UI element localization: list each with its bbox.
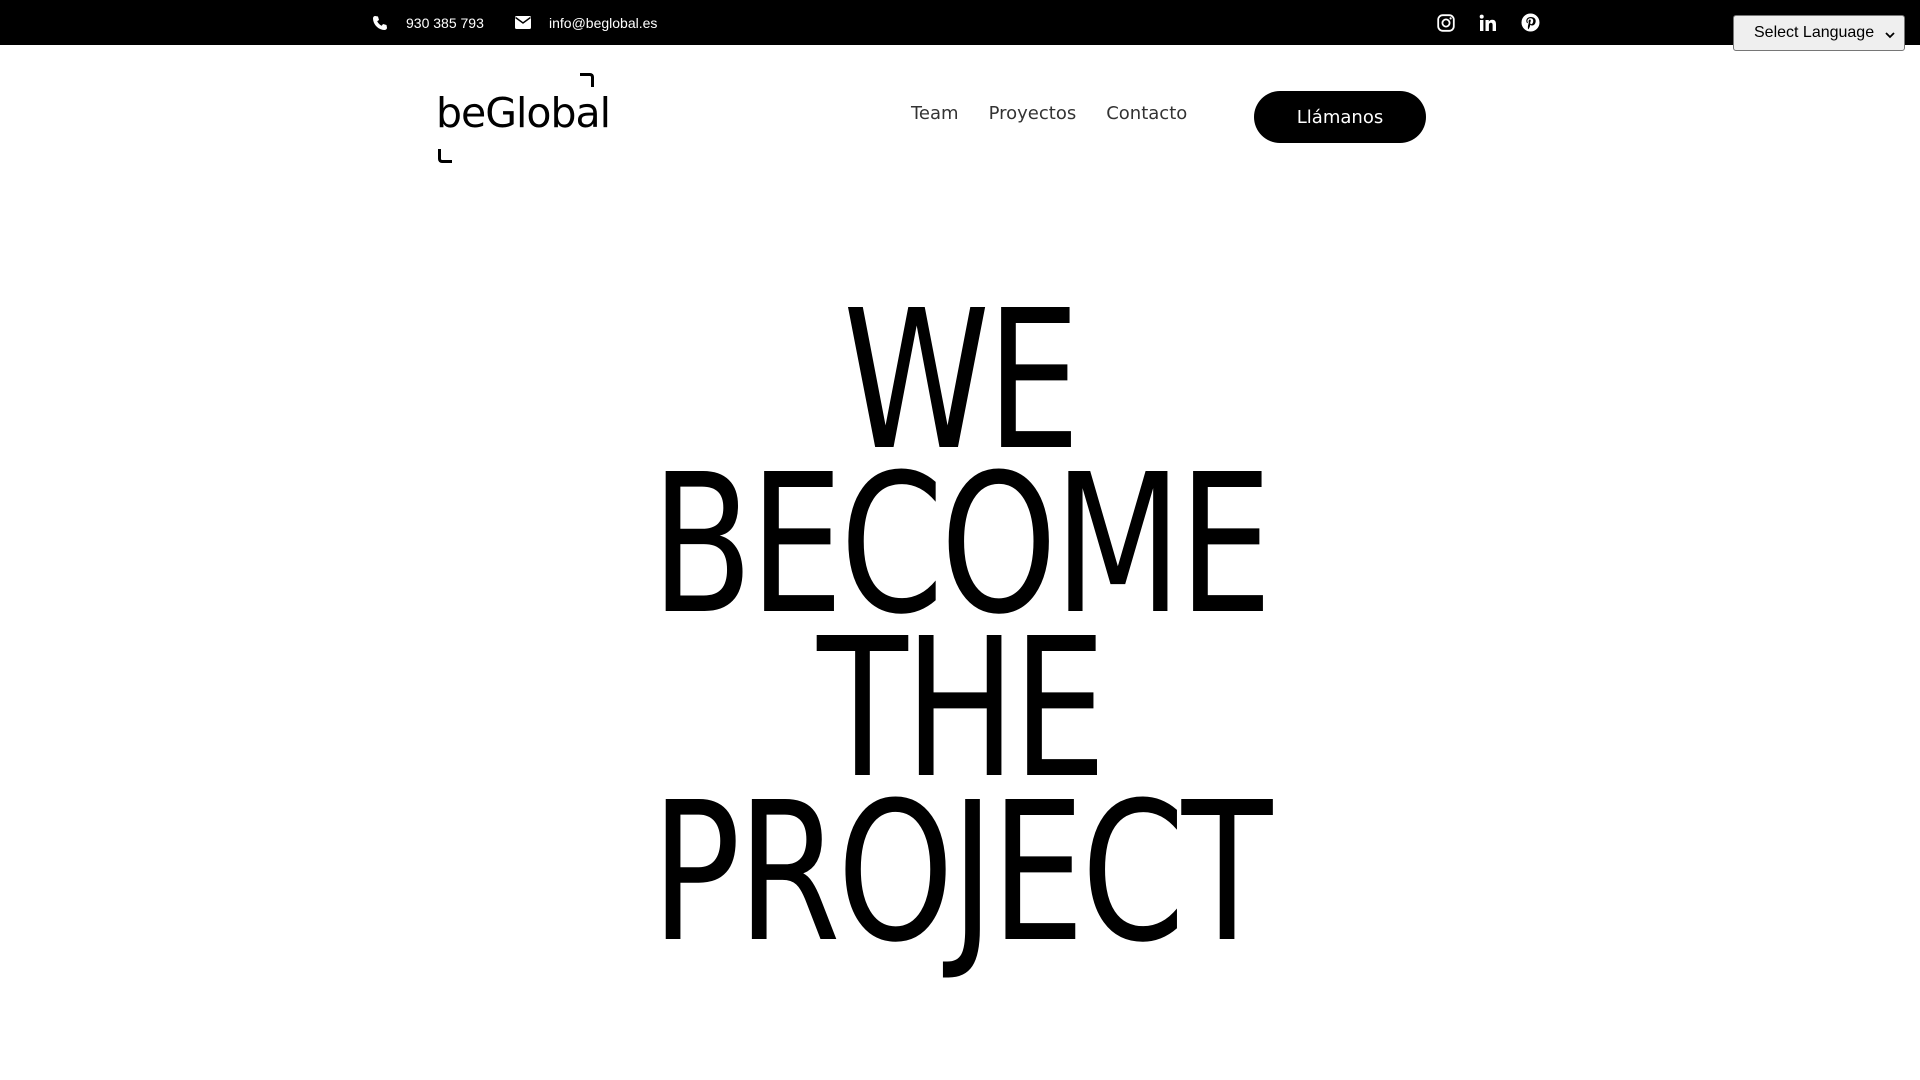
email-contact[interactable]: info@beglobal.es — [515, 0, 657, 45]
hero-heading: WE BECOME THE PROJECT — [0, 286, 1920, 985]
nav-item-team[interactable]: Team — [911, 103, 959, 124]
beglobal-logo[interactable]: beGlobal — [436, 73, 611, 163]
envelope-icon — [515, 16, 531, 29]
hero-line-4: PROJECT — [651, 762, 1272, 985]
main-nav: Team Proyectos Contacto — [911, 103, 1187, 124]
social-links — [1436, 0, 1540, 45]
phone-icon — [372, 15, 388, 31]
nav-item-contacto[interactable]: Contacto — [1106, 103, 1187, 124]
phone-contact[interactable]: 930 385 793 — [372, 0, 484, 45]
phone-number: 930 385 793 — [406, 14, 484, 31]
linkedin-icon[interactable] — [1478, 13, 1498, 33]
top-bar: 930 385 793 info@beglobal.es — [0, 0, 1920, 45]
call-us-button[interactable]: Llámanos — [1254, 91, 1426, 143]
logo-corner-top-right — [580, 73, 594, 87]
language-select-value: Select Language — [1754, 24, 1875, 41]
pinterest-icon[interactable] — [1520, 13, 1540, 33]
logo-corner-bottom-left — [438, 149, 452, 163]
instagram-icon[interactable] — [1436, 13, 1456, 33]
language-select[interactable]: Select Language — [1733, 15, 1905, 51]
logo-wordmark: beGlobal — [436, 89, 611, 137]
email-address: info@beglobal.es — [549, 14, 658, 31]
nav-item-proyectos[interactable]: Proyectos — [989, 103, 1077, 124]
chevron-down-icon — [1884, 28, 1896, 46]
